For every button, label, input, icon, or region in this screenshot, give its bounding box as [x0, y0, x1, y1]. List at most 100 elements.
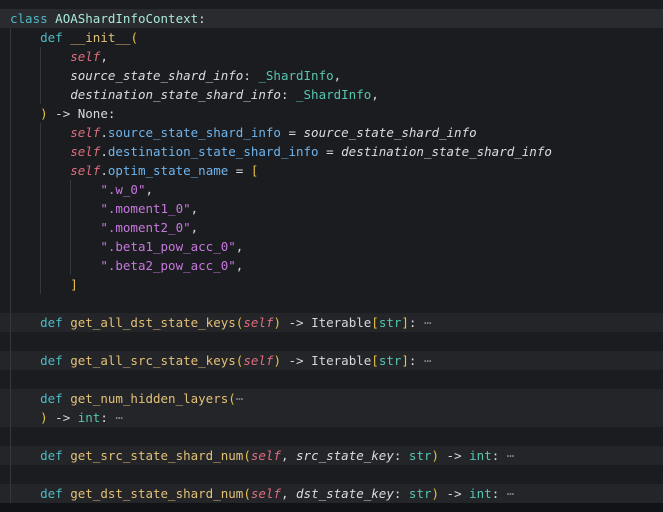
plain-token — [10, 315, 40, 330]
bracket-token: [ — [371, 315, 379, 330]
self-keyword-token: self — [251, 448, 281, 463]
plain-token: -> — [439, 448, 469, 463]
function-name-token: get_all_dst_state_keys — [70, 315, 236, 330]
keyword-token: def — [40, 448, 63, 463]
self-keyword-token: self — [243, 353, 273, 368]
code-line[interactable]: source_state_shard_info: _ShardInfo, — [0, 66, 663, 85]
code-line[interactable]: ] — [0, 275, 663, 294]
code-line[interactable]: def get_src_state_shard_num(self, src_st… — [0, 446, 663, 465]
parameter-token: destination_state_shard_info — [70, 87, 281, 102]
code-line[interactable]: ".moment1_0", — [0, 199, 663, 218]
code-line[interactable]: class AOAShardInfoContext: — [0, 9, 663, 28]
code-line[interactable] — [0, 465, 663, 484]
code-line-text: self, — [0, 47, 108, 66]
self-keyword-token: self — [70, 163, 100, 178]
plain-token: = — [281, 125, 304, 140]
code-line[interactable]: def get_all_dst_state_keys(self) -> Iter… — [0, 313, 663, 332]
code-line[interactable]: self.destination_state_shard_info = dest… — [0, 142, 663, 161]
folded-code-ellipsis[interactable]: ⋯ — [507, 486, 515, 501]
indent-guide — [10, 465, 11, 484]
plain-token: = — [319, 144, 342, 159]
code-line-text: class AOAShardInfoContext: — [0, 9, 206, 28]
parameter-token: src_state_key — [296, 448, 394, 463]
code-line-text: def __init__( — [0, 28, 138, 47]
string-token: ".moment2_0" — [100, 220, 190, 235]
indent-guide — [10, 427, 11, 446]
code-line[interactable]: def get_dst_state_shard_num(self, dst_st… — [0, 484, 663, 503]
attribute-token: destination_state_shard_info — [108, 144, 319, 159]
folded-code-ellipsis[interactable]: ⋯ — [424, 353, 432, 368]
plain-token — [10, 30, 40, 45]
plain-token: : — [243, 68, 258, 83]
plain-token: : — [100, 410, 115, 425]
bracket-token: [ — [251, 163, 259, 178]
parameter-token: dst_state_key — [296, 486, 394, 501]
self-keyword-token: self — [70, 49, 100, 64]
code-line[interactable]: ".beta1_pow_acc_0", — [0, 237, 663, 256]
code-line[interactable] — [0, 332, 663, 351]
plain-token — [10, 239, 100, 254]
bracket-token: ] — [70, 277, 78, 292]
code-line[interactable] — [0, 370, 663, 389]
code-line[interactable] — [0, 427, 663, 446]
type-token: str — [379, 315, 402, 330]
code-line[interactable]: def get_num_hidden_layers(⋯ — [0, 389, 663, 408]
code-line[interactable]: ) -> int: ⋯ — [0, 408, 663, 427]
class-name-token: AOAShardInfoContext — [55, 11, 198, 26]
code-line[interactable]: def __init__( — [0, 28, 663, 47]
code-line-text: def get_dst_state_shard_num(self, dst_st… — [0, 484, 514, 503]
plain-token — [10, 220, 100, 235]
code-line-text: ) -> None: — [0, 104, 115, 123]
keyword-token: def — [40, 391, 63, 406]
plain-token: : — [409, 315, 424, 330]
code-line[interactable]: ".beta2_pow_acc_0", — [0, 256, 663, 275]
function-name-token: get_dst_state_shard_num — [70, 486, 243, 501]
plain-token: , — [100, 49, 108, 64]
attribute-token: source_state_shard_info — [108, 125, 281, 140]
code-line[interactable] — [0, 294, 663, 313]
plain-token: : — [492, 486, 507, 501]
code-line[interactable]: self.source_state_shard_info = source_st… — [0, 123, 663, 142]
plain-token — [10, 144, 70, 159]
plain-token: . — [100, 125, 108, 140]
self-keyword-token: self — [70, 144, 100, 159]
code-line-text: ".moment1_0", — [0, 199, 198, 218]
plain-token — [10, 448, 40, 463]
code-line[interactable]: self, — [0, 47, 663, 66]
plain-token — [10, 182, 100, 197]
code-line-text: def get_all_dst_state_keys(self) -> Iter… — [0, 313, 432, 332]
plain-token: -> Iterable — [281, 315, 371, 330]
parameter-token: destination_state_shard_info — [341, 144, 552, 159]
code-line[interactable]: ".moment2_0", — [0, 218, 663, 237]
type-token: str — [379, 353, 402, 368]
function-name-token: get_all_src_state_keys — [70, 353, 236, 368]
indent-guide — [10, 370, 11, 389]
indent-guide — [10, 332, 11, 351]
code-line[interactable]: def get_all_src_state_keys(self) -> Iter… — [0, 351, 663, 370]
plain-token: : — [409, 353, 424, 368]
keyword-token: def — [40, 315, 63, 330]
bracket-token: ( — [243, 448, 251, 463]
type-token: int — [469, 448, 492, 463]
self-keyword-token: self — [243, 315, 273, 330]
string-token: ".moment1_0" — [100, 201, 190, 216]
plain-token — [10, 201, 100, 216]
code-line[interactable]: ".w_0", — [0, 180, 663, 199]
plain-token: , — [334, 68, 342, 83]
folded-code-ellipsis[interactable]: ⋯ — [507, 448, 515, 463]
code-line[interactable]: ) -> None: — [0, 104, 663, 123]
plain-token: , — [281, 486, 296, 501]
code-line[interactable]: self.optim_state_name = [ — [0, 161, 663, 180]
window-bottom-edge — [0, 503, 663, 512]
code-line-text: ".w_0", — [0, 180, 153, 199]
type-token: str — [409, 448, 432, 463]
code-line-text: ".moment2_0", — [0, 218, 198, 237]
code-line-text: source_state_shard_info: _ShardInfo, — [0, 66, 341, 85]
folded-code-ellipsis[interactable]: ⋯ — [424, 315, 432, 330]
code-line[interactable]: destination_state_shard_info: _ShardInfo… — [0, 85, 663, 104]
string-token: ".w_0" — [100, 182, 145, 197]
folded-code-ellipsis[interactable]: ⋯ — [115, 410, 123, 425]
folded-code-ellipsis[interactable]: ⋯ — [236, 391, 244, 406]
plain-token: , — [371, 87, 379, 102]
bracket-token: ( — [243, 486, 251, 501]
